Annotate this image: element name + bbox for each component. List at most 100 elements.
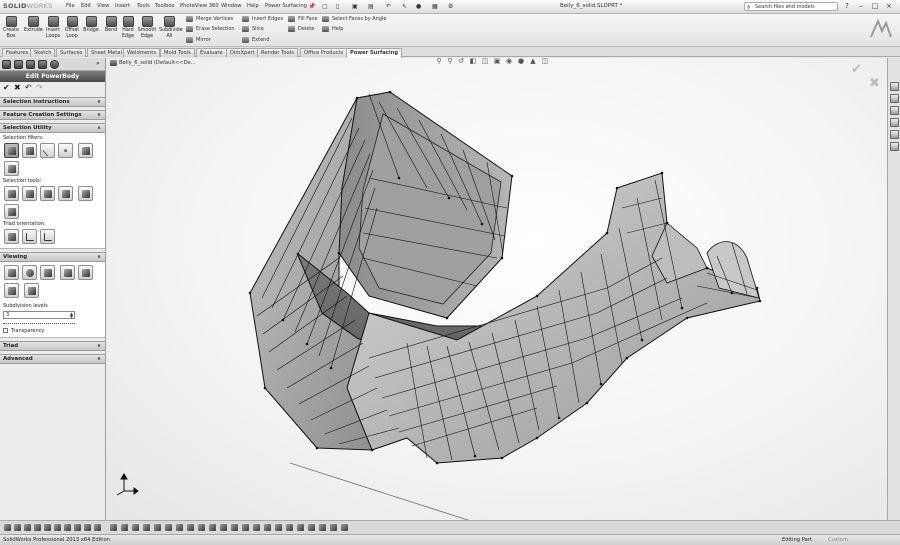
toolbar-tool-icon[interactable] (24, 524, 31, 531)
tab-power-surfacing[interactable]: Power Surfacing (346, 48, 403, 58)
toolbar-tool-icon[interactable] (264, 524, 271, 531)
toolbar-tool-icon[interactable] (341, 524, 348, 531)
triad-local-button[interactable] (22, 229, 37, 244)
erase-selection-button[interactable]: Erase Selection (186, 25, 235, 33)
hard-edge-button[interactable]: Hard Edge (119, 16, 137, 39)
menu-file[interactable]: File (66, 3, 75, 9)
create-box-button[interactable]: Create Box (2, 16, 20, 39)
cancel-icon[interactable]: ✖ (14, 83, 21, 92)
new-document-icon[interactable]: ▢ (322, 3, 328, 10)
filter-loop-button[interactable] (77, 143, 93, 158)
chevron-right-icon[interactable]: » (96, 60, 100, 67)
delete-button[interactable]: Delete (288, 25, 314, 33)
tab-evaluate[interactable]: Evaluate (196, 48, 227, 57)
toolbar-tool-icon[interactable] (165, 524, 172, 531)
toolbar-tool-icon[interactable] (34, 524, 41, 531)
custom-properties-icon[interactable] (890, 142, 899, 151)
toolbar-tool-icon[interactable] (187, 524, 194, 531)
app-logo[interactable]: SOLIDWORKS (3, 2, 53, 10)
select-connected-button[interactable] (22, 186, 37, 201)
graphics-area[interactable]: Belly_6_solid (Default<<De... ⚲ ⚲ ↺ ◧ ◫ … (107, 58, 887, 520)
file-properties-icon[interactable]: ▦ (432, 3, 438, 10)
transparency-checkbox[interactable] (3, 328, 8, 333)
spin-arrows-icon[interactable]: ▲ ▼ (69, 312, 74, 319)
insert-loops-button[interactable]: Insert Loops (44, 16, 62, 39)
options-icon[interactable]: ⚙ (448, 3, 453, 10)
ok-icon[interactable]: ✔ (3, 83, 10, 92)
undo-icon[interactable]: ↶ (386, 3, 391, 10)
menu-tools[interactable]: Tools (137, 3, 150, 9)
undo-action-icon[interactable]: ↶ (25, 83, 32, 92)
toolbar-tool-icon[interactable] (198, 524, 205, 531)
minimize-button[interactable]: – (856, 2, 866, 11)
fill-face-button[interactable]: Fill Face (288, 15, 318, 23)
view-cage-smooth-button[interactable] (4, 283, 19, 298)
tab-render-tools[interactable]: Render Tools (257, 48, 298, 57)
configuration-manager-icon[interactable] (26, 60, 35, 69)
rebuild-icon[interactable]: ● (416, 3, 421, 10)
mirror-button[interactable]: Mirror (186, 36, 211, 44)
filter-ring-button[interactable] (4, 161, 19, 176)
dimxpert-manager-icon[interactable] (38, 60, 47, 69)
property-manager-icon[interactable] (14, 60, 23, 69)
triad-global-button[interactable] (4, 229, 19, 244)
bridge-button[interactable]: Bridge (82, 16, 100, 34)
toolbar-tool-icon[interactable] (231, 524, 238, 531)
toolbar-tool-icon[interactable] (64, 524, 71, 531)
menu-power-surfacing[interactable]: Power Surfacing (265, 3, 307, 9)
save-icon[interactable]: ▣ (352, 3, 358, 10)
offset-loop-button[interactable]: Offset Loop (63, 16, 81, 39)
toolbar-tool-icon[interactable] (54, 524, 61, 531)
print-icon[interactable]: ▤ (368, 3, 374, 10)
toolbar-tool-icon[interactable] (176, 524, 183, 531)
filter-faces-button[interactable] (4, 143, 19, 158)
toolbar-tool-icon[interactable] (330, 524, 337, 531)
close-button[interactable]: × (884, 2, 894, 11)
filter-solid-button[interactable] (22, 143, 37, 158)
select-shrink-button[interactable] (58, 186, 73, 201)
redo-action-icon[interactable]: ↷ (36, 83, 43, 92)
menu-edit[interactable]: Edit (81, 3, 91, 9)
select-icon[interactable]: ↖ (402, 3, 407, 10)
view-palette-icon[interactable] (890, 118, 899, 127)
toolbar-tool-icon[interactable] (84, 524, 91, 531)
toolbar-tool-icon[interactable] (74, 524, 81, 531)
toolbar-tool-icon[interactable] (154, 524, 161, 531)
pin-icon[interactable]: 📌 (308, 3, 315, 10)
merge-vertices-button[interactable]: Merge Vertices (186, 15, 233, 23)
toolbar-tool-icon[interactable] (121, 524, 128, 531)
tab-mold-tools[interactable]: Mold Tools (160, 48, 195, 57)
toolbar-tool-icon[interactable] (275, 524, 282, 531)
menu-toolbox[interactable]: Toolbox (155, 3, 174, 9)
toolbar-tool-icon[interactable] (4, 524, 11, 531)
toolbar-tool-icon[interactable] (286, 524, 293, 531)
toolbar-tool-icon[interactable] (220, 524, 227, 531)
menu-window[interactable]: Window (221, 3, 241, 9)
search-input[interactable]: ⚲ Search files and models (744, 2, 838, 11)
view-hidden-button[interactable] (23, 283, 39, 298)
design-library-icon[interactable] (890, 94, 899, 103)
maximize-button[interactable]: □ (870, 2, 880, 11)
view-wire-button[interactable] (59, 265, 75, 280)
select-body-button[interactable] (4, 186, 19, 201)
appearances-icon[interactable] (890, 130, 899, 139)
menu-insert[interactable]: Insert (115, 3, 130, 9)
toolbar-tool-icon[interactable] (242, 524, 249, 531)
toolbar-tool-icon[interactable] (44, 524, 51, 531)
select-border-button[interactable] (4, 204, 19, 219)
bend-button[interactable]: Bend (102, 16, 120, 34)
insert-edges-button[interactable]: Insert Edges (242, 15, 283, 23)
filter-vertices-button[interactable] (58, 143, 73, 158)
view-smooth-button[interactable] (22, 265, 37, 280)
group-feature-creation-settings[interactable]: Feature Creation Settings ∨ (0, 110, 105, 120)
select-invert-button[interactable] (77, 186, 93, 201)
tab-sketch[interactable]: Sketch (30, 48, 56, 57)
tab-dimxpert[interactable]: DimXpert (226, 48, 259, 57)
tab-weldments[interactable]: Weldments (123, 48, 161, 57)
filter-edges-button[interactable] (40, 143, 55, 158)
group-selection-instructions[interactable]: Selection Instructions ∨ (0, 97, 105, 107)
group-selection-utility[interactable]: Selection Utility ∧ (0, 123, 105, 133)
subdivide-all-button[interactable]: Subdivide All (159, 16, 183, 39)
toolbar-tool-icon[interactable] (132, 524, 139, 531)
smooth-edge-button[interactable]: Smooth Edge (137, 16, 157, 39)
